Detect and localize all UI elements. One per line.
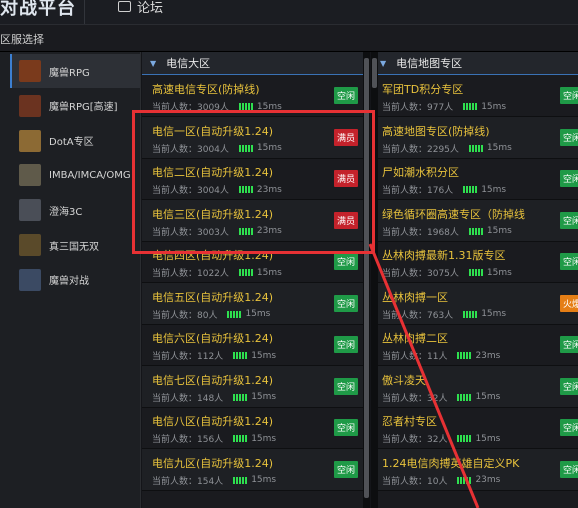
annotation-arrow	[368, 243, 480, 508]
